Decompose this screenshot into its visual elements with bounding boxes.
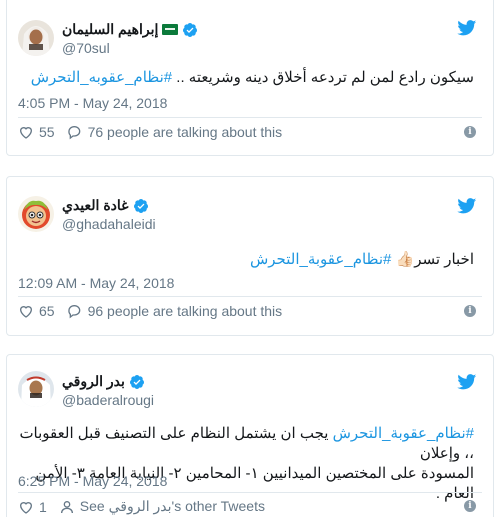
- comment-bubble-icon: [67, 126, 80, 140]
- author-name[interactable]: بدر الروقي: [62, 373, 125, 390]
- like-button[interactable]: 1: [18, 499, 47, 515]
- talking-count: 96 people are talking about this: [87, 303, 283, 319]
- tweet-text: سيكون رادع لمن لم تردعه أخلاق دينه وشريع…: [14, 68, 474, 88]
- tweet-timestamp[interactable]: 12:09 AM - May 24, 2018: [18, 275, 174, 291]
- divider: [18, 492, 482, 493]
- see-prefix: See: [79, 498, 109, 514]
- like-button[interactable]: 65: [18, 303, 55, 319]
- verified-badge-icon: [133, 198, 148, 213]
- author-handle[interactable]: @70sul: [62, 40, 110, 56]
- saudi-flag-icon: [162, 24, 179, 35]
- tweet-text-plain: اخبار تسر👍🏻: [391, 251, 474, 268]
- info-icon[interactable]: i: [464, 305, 476, 317]
- twitter-bird-icon[interactable]: [457, 374, 477, 390]
- tweet-actions: 55 76 people are talking about this: [18, 124, 294, 140]
- conversation-link[interactable]: 96 people are talking about this: [67, 303, 283, 319]
- tweet-card-1: إبراهيم السليمان @70sul سيكون رادع لمن ل…: [0, 0, 496, 156]
- like-count: 55: [39, 124, 55, 140]
- verified-badge-icon: [183, 22, 198, 37]
- like-count: 65: [39, 303, 55, 319]
- comment-bubble-icon: [67, 305, 80, 319]
- tweet-text: اخبار تسر👍🏻 #نظام_عقوبة_التحرش: [14, 250, 474, 270]
- info-icon[interactable]: i: [464, 126, 476, 138]
- avatar[interactable]: [18, 20, 54, 56]
- hashtag-link[interactable]: #نظام_عقوبه_التحرش: [31, 69, 172, 86]
- person-icon: [60, 500, 73, 513]
- talking-count: 76 people are talking about this: [87, 124, 283, 140]
- tweet-actions: 1 See بدر الروقي's other Tweets: [18, 498, 277, 515]
- author-name[interactable]: إبراهيم السليمان: [62, 21, 158, 38]
- like-button[interactable]: 55: [18, 124, 55, 140]
- see-other-tweets-text: See بدر الروقي's other Tweets: [80, 498, 265, 515]
- twitter-bird-icon[interactable]: [457, 20, 477, 36]
- info-icon[interactable]: i: [464, 500, 476, 512]
- hashtag-link[interactable]: #نظام_عقوبة_التحرش: [333, 425, 474, 442]
- divider: [18, 296, 482, 297]
- avatar[interactable]: [18, 371, 54, 407]
- tweet-card-3: بدر الروقي @baderalrougi #نظام_عقوبة_الت…: [0, 354, 496, 517]
- see-other-tweets-link[interactable]: See بدر الروقي's other Tweets: [59, 498, 265, 515]
- hashtag-link[interactable]: #نظام_عقوبة_التحرش: [250, 251, 391, 268]
- like-count: 1: [39, 498, 47, 515]
- author-name[interactable]: غادة العيدي: [62, 197, 129, 214]
- divider: [18, 117, 482, 118]
- heart-icon: [19, 501, 33, 514]
- tweet-timestamp[interactable]: 4:05 PM - May 24, 2018: [18, 95, 167, 111]
- author-row: غادة العيدي: [62, 197, 149, 214]
- conversation-link[interactable]: 76 people are talking about this: [67, 124, 283, 140]
- author-handle[interactable]: @ghadahaleidi: [62, 216, 156, 232]
- author-row: إبراهيم السليمان: [62, 21, 198, 38]
- author-handle[interactable]: @baderalrougi: [62, 392, 154, 408]
- tweet-actions: 65 96 people are talking about this: [18, 303, 294, 319]
- see-name: بدر الروقي: [108, 498, 172, 514]
- tweet-card-2: غادة العيدي @ghadahaleidi اخبار تسر👍🏻 #ن…: [0, 176, 496, 336]
- tweet-text-plain: سيكون رادع لمن لم تردعه أخلاق دينه وشريع…: [172, 69, 474, 86]
- twitter-bird-icon[interactable]: [457, 198, 477, 214]
- author-row: بدر الروقي: [62, 373, 145, 390]
- heart-icon: [19, 306, 33, 318]
- tweet-timestamp[interactable]: 6:25 PM - May 24, 2018: [18, 473, 167, 489]
- heart-icon: [19, 127, 33, 139]
- verified-badge-icon: [129, 374, 144, 389]
- tweet-text-line-1: #نظام_عقوبة_التحرش يجب ان يشتمل النظام ع…: [10, 424, 474, 464]
- see-suffix: 's other Tweets: [171, 498, 265, 514]
- avatar[interactable]: [18, 196, 54, 232]
